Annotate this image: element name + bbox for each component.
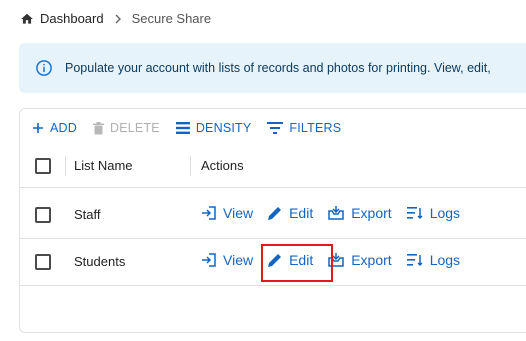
column-separator (65, 156, 66, 176)
export-label: Export (351, 252, 392, 268)
row-actions: View Edit Export Logs (201, 205, 474, 221)
filter-icon (267, 122, 284, 134)
list-name-cell: Students (74, 254, 126, 269)
edit-button[interactable]: Edit (267, 205, 313, 221)
sort-list-icon (406, 252, 424, 268)
delete-label: DELETE (110, 121, 160, 135)
pencil-icon (267, 205, 283, 221)
edit-label: Edit (289, 205, 314, 221)
sort-list-icon (406, 205, 424, 221)
home-icon[interactable] (20, 12, 34, 26)
row-actions: View Edit Export Logs (201, 252, 474, 268)
add-label: ADD (50, 121, 77, 135)
login-icon (201, 252, 217, 268)
column-header-actions: Actions (201, 158, 244, 173)
breadcrumb: Dashboard Secure Share (20, 11, 211, 26)
filters-button[interactable]: FILTERS (267, 121, 341, 135)
view-button[interactable]: View (201, 205, 253, 221)
login-icon (201, 205, 217, 221)
view-label: View (223, 252, 254, 268)
logs-button[interactable]: Logs (406, 205, 460, 221)
breadcrumb-dashboard[interactable]: Dashboard (40, 11, 104, 26)
breadcrumb-current: Secure Share (131, 11, 212, 26)
info-banner: Populate your account with lists of reco… (19, 43, 526, 93)
delete-button[interactable]: DELETE (93, 121, 160, 135)
list-name-cell: Staff (74, 207, 101, 222)
select-all-checkbox[interactable] (35, 158, 51, 174)
filters-label: FILTERS (289, 121, 342, 135)
export-button[interactable]: Export (327, 205, 392, 221)
column-header-list-name[interactable]: List Name (74, 158, 133, 173)
density-button[interactable]: DENSITY (175, 121, 252, 135)
logs-button[interactable]: Logs (406, 252, 460, 268)
density-icon (175, 122, 190, 134)
density-label: DENSITY (195, 121, 252, 135)
trash-icon (93, 121, 104, 135)
add-button[interactable]: ADD (32, 121, 77, 135)
export-button[interactable]: Export (327, 252, 392, 268)
export-label: Export (351, 205, 392, 221)
view-label: View (223, 205, 254, 221)
info-icon (35, 59, 53, 77)
grid-header: List Name Actions (20, 144, 526, 188)
column-separator (190, 156, 191, 176)
data-grid-panel: ADD DELETE DENSITY FILTERS List Name Act… (19, 108, 526, 333)
plus-icon (32, 122, 44, 134)
table-row[interactable]: Staff View Edit Export Logs (20, 192, 526, 239)
chevron-right-icon (114, 14, 122, 24)
inbox-download-icon (327, 205, 345, 221)
logs-label: Logs (429, 205, 461, 221)
row-checkbox[interactable] (35, 254, 51, 270)
view-button[interactable]: View (201, 252, 253, 268)
banner-message: Populate your account with lists of reco… (65, 61, 491, 75)
row-checkbox[interactable] (35, 207, 51, 223)
edit-highlight-box (261, 244, 333, 282)
grid-toolbar: ADD DELETE DENSITY FILTERS (32, 119, 357, 137)
logs-label: Logs (429, 252, 461, 268)
